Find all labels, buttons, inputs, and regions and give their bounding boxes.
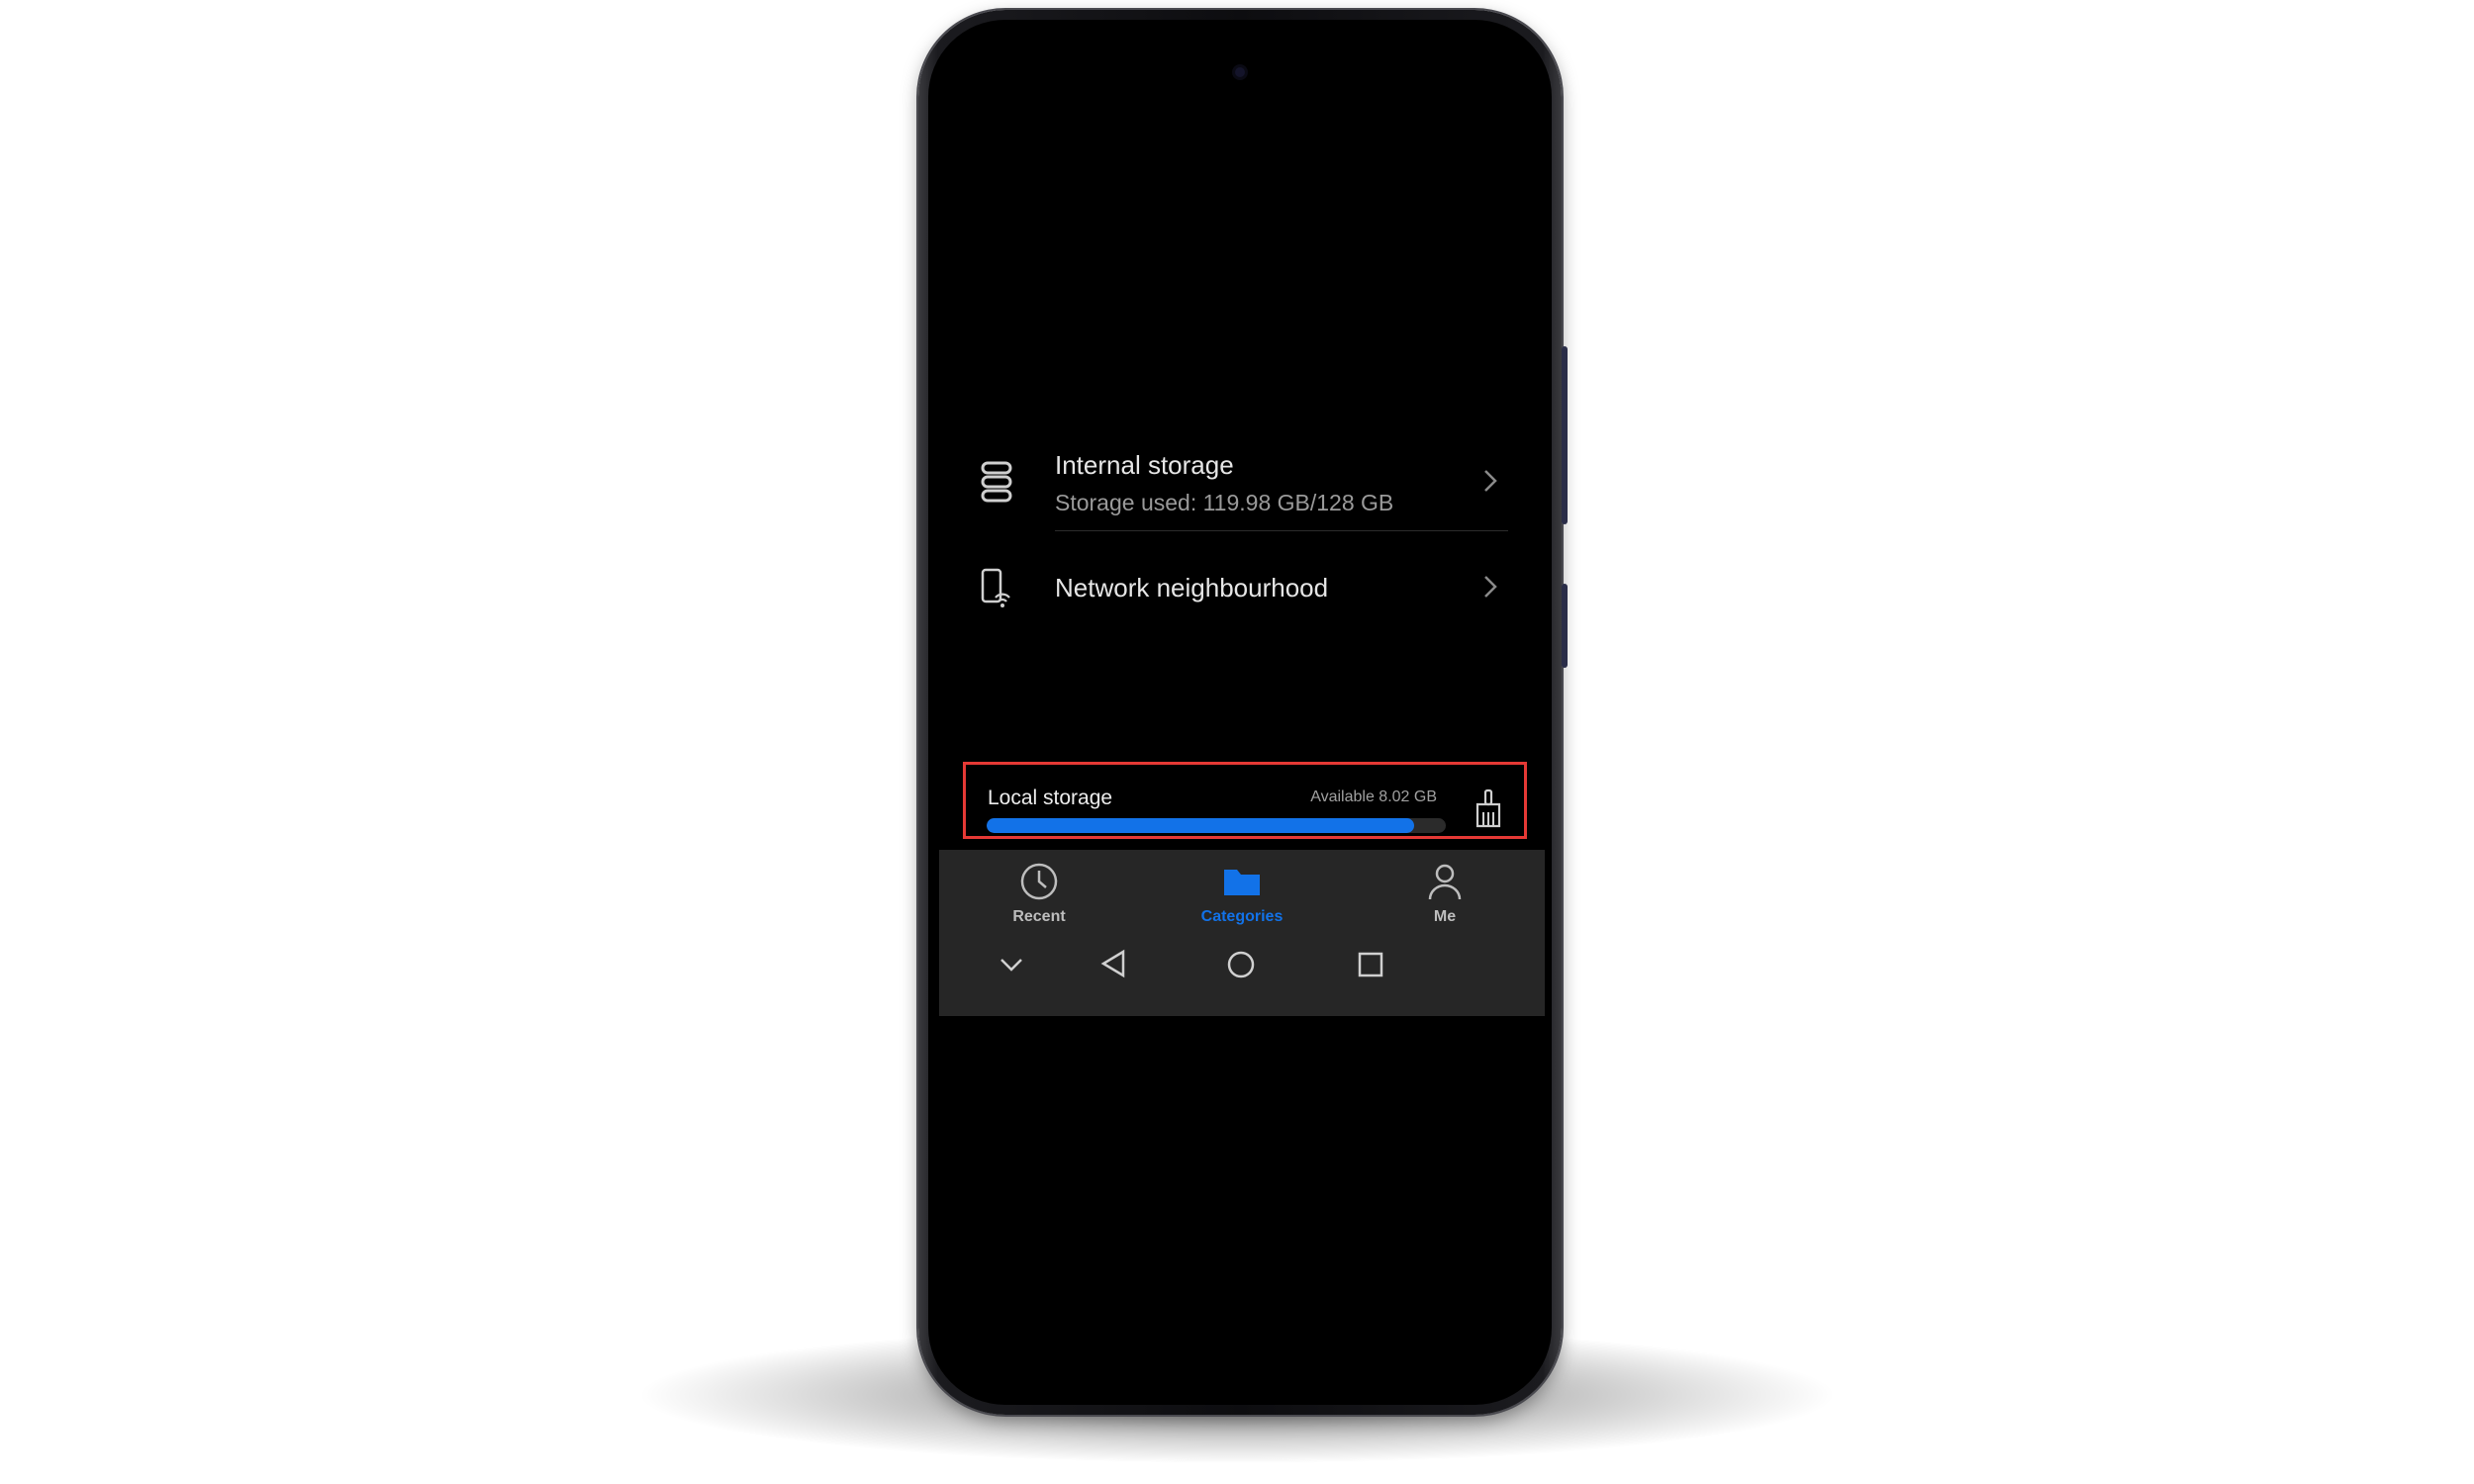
available-space-label: Available 8.02 GB — [1310, 788, 1437, 805]
clean-brush-icon[interactable] — [1473, 788, 1504, 833]
local-storage-card[interactable]: Local storage Available 8.02 GB — [963, 762, 1527, 839]
phone-frame: Internal storage Storage used: 119.98 GB… — [918, 10, 1568, 1415]
tab-categories[interactable]: Categories — [1173, 862, 1311, 926]
home-icon[interactable] — [1225, 949, 1257, 985]
front-camera — [1235, 67, 1245, 77]
storage-icon — [980, 460, 1013, 509]
internal-storage-title: Internal storage — [1055, 450, 1234, 480]
power-button — [1562, 584, 1568, 668]
chevron-right-icon — [1482, 468, 1498, 499]
volume-button — [1562, 346, 1568, 524]
tab-me[interactable]: Me — [1376, 862, 1514, 926]
folder-icon — [1222, 870, 1262, 905]
tab-me-label: Me — [1433, 908, 1457, 925]
network-device-icon — [980, 568, 1013, 614]
tab-recent[interactable]: Recent — [970, 862, 1108, 926]
chevron-right-icon — [1482, 574, 1498, 604]
storage-progress-bar — [987, 818, 1446, 833]
bottom-navigation: Recent Categories Me — [939, 850, 1545, 1016]
tab-recent-label: Recent — [1012, 908, 1066, 925]
row-divider — [1055, 530, 1508, 531]
person-icon — [1425, 864, 1465, 905]
network-neighbourhood-row[interactable]: Network neighbourhood — [928, 540, 1552, 639]
internal-storage-row[interactable]: Internal storage Storage used: 119.98 GB… — [928, 430, 1552, 539]
tab-categories-label: Categories — [1200, 908, 1284, 925]
phone-screen: Internal storage Storage used: 119.98 GB… — [928, 20, 1552, 1405]
chevron-down-icon[interactable] — [999, 957, 1024, 977]
local-storage-label: Local storage — [988, 787, 1113, 809]
recents-icon[interactable] — [1356, 950, 1385, 984]
internal-storage-usage: Storage used: 119.98 GB/128 GB — [1055, 490, 1394, 515]
clock-icon — [1019, 863, 1059, 905]
storage-progress-fill — [987, 818, 1414, 833]
network-neighbourhood-title: Network neighbourhood — [1055, 573, 1329, 603]
back-icon[interactable] — [1099, 949, 1127, 983]
